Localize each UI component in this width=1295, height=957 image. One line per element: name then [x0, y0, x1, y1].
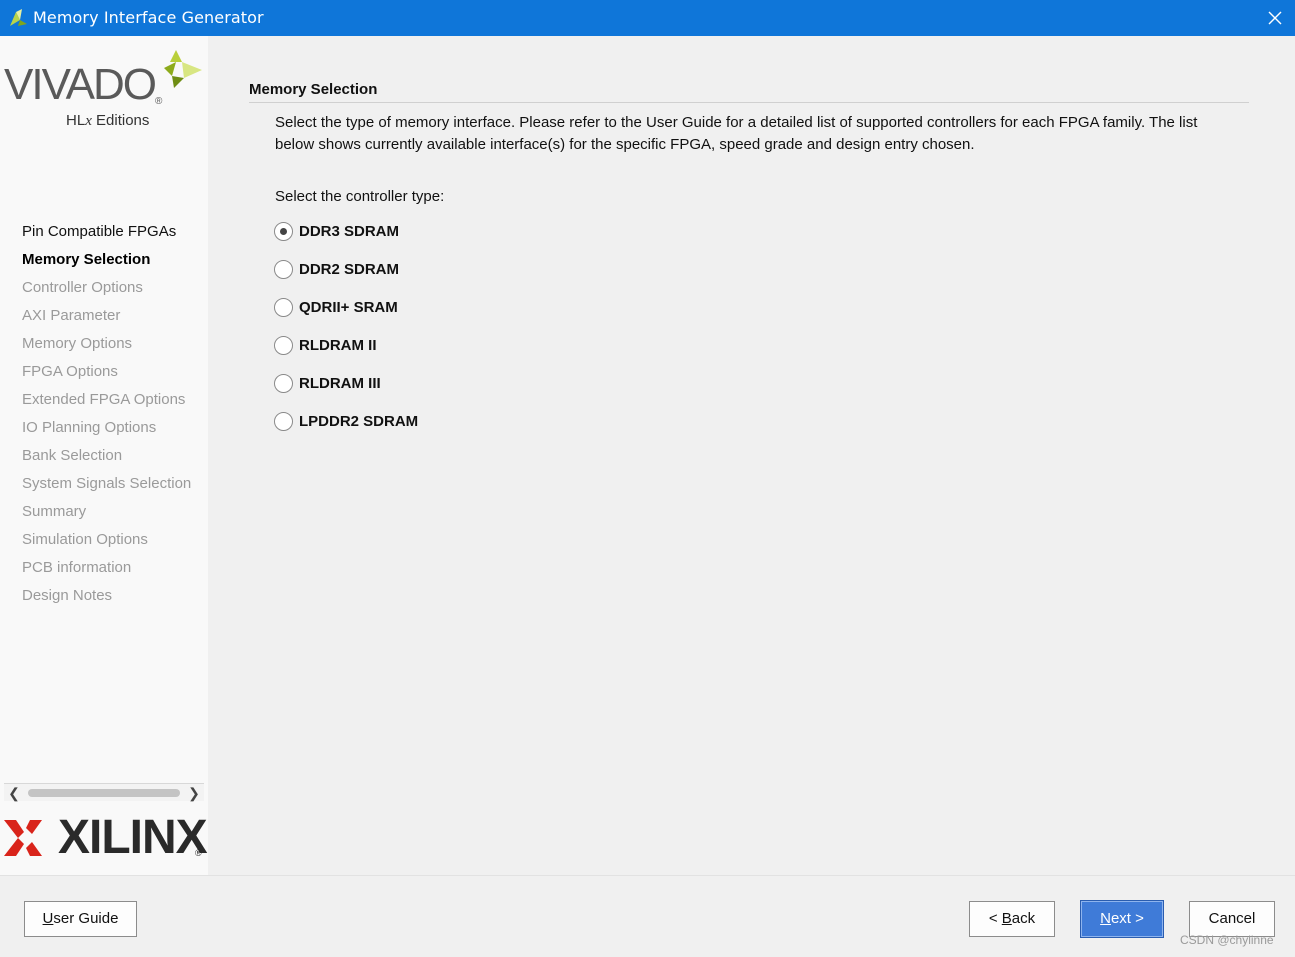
section-divider [249, 102, 1249, 103]
title-bar: Memory Interface Generator [0, 0, 1295, 36]
radio-ddr2-sdram[interactable]: DDR2 SDRAM [274, 257, 399, 281]
step-bank-selection: Bank Selection [22, 447, 123, 464]
step-simulation-options: Simulation Options [22, 531, 148, 548]
radio-button[interactable] [274, 373, 293, 393]
step-io-planning-options: IO Planning Options [22, 419, 157, 436]
radio-label: DDR3 SDRAM [299, 222, 400, 240]
step-memory-options: Memory Options [22, 335, 133, 352]
radio-label: RLDRAM II [299, 336, 377, 354]
footer-divider [0, 875, 1295, 876]
scrollbar-thumb[interactable] [28, 789, 180, 797]
step-controller-options: Controller Options [22, 279, 143, 296]
radio-button[interactable] [274, 335, 293, 355]
step-system-signals-selection: System Signals Selection [22, 475, 192, 492]
radio-ddr3-sdram[interactable]: DDR3 SDRAM [274, 219, 399, 243]
sidebar: VIVADO® HLx Editions Pin Compatible FPGA… [0, 36, 208, 875]
wizard-steps: Pin Compatible FPGAs Memory Selection Co… [22, 222, 191, 614]
radio-label: RLDRAM III [299, 374, 381, 392]
radio-rldram-iii[interactable]: RLDRAM III [274, 371, 381, 395]
section-description: Select the type of memory interface. Ple… [275, 114, 1198, 153]
step-memory-selection[interactable]: Memory Selection [22, 250, 191, 278]
step-summary: Summary [22, 503, 87, 520]
radio-button[interactable] [274, 297, 293, 317]
next-button[interactable]: Next > [1080, 900, 1164, 938]
radio-button-selected[interactable] [274, 221, 293, 241]
window-title: Memory Interface Generator [33, 8, 264, 27]
xilinx-mark-icon [4, 820, 42, 856]
sidebar-horizontal-scrollbar[interactable]: ❮ ❯ [4, 783, 204, 801]
radio-label: DDR2 SDRAM [299, 260, 400, 278]
controller-type-label: Select the controller type: [275, 188, 445, 205]
section-title: Memory Selection [249, 81, 378, 98]
radio-button[interactable] [274, 259, 293, 279]
radio-qdrii-plus-sram[interactable]: QDRII+ SRAM [274, 295, 398, 319]
back-button[interactable]: < Back [969, 901, 1055, 937]
close-icon[interactable] [1263, 6, 1287, 30]
radio-label: LPDDR2 SDRAM [299, 412, 419, 430]
vivado-logo-edition: HLx Editions [66, 112, 150, 129]
xilinx-registered-mark: ® [195, 848, 202, 858]
radio-lpddr2-sdram[interactable]: LPDDR2 SDRAM [274, 409, 418, 433]
xilinx-logo-word: XILINX [58, 811, 208, 864]
xilinx-logo: XILINX ® [4, 814, 208, 864]
step-extended-fpga-options: Extended FPGA Options [22, 391, 186, 408]
radio-label: QDRII+ SRAM [299, 298, 398, 316]
step-pin-compatible-fpgas[interactable]: Pin Compatible FPGAs [22, 222, 191, 250]
step-pcb-information: PCB information [22, 559, 132, 576]
vivado-mark-icon [164, 50, 202, 88]
step-axi-parameter: AXI Parameter [22, 307, 121, 324]
vivado-logo-word: VIVADO® [4, 60, 163, 109]
radio-rldram-ii[interactable]: RLDRAM II [274, 333, 377, 357]
scroll-right-icon[interactable]: ❯ [186, 785, 202, 801]
main-panel: Memory Selection Select the type of memo… [208, 36, 1295, 875]
watermark: CSDN @chylinne [1180, 933, 1274, 947]
step-fpga-options: FPGA Options [22, 363, 118, 380]
scroll-left-icon[interactable]: ❮ [6, 785, 22, 801]
vivado-app-icon [10, 9, 27, 26]
radio-button[interactable] [274, 411, 293, 431]
cancel-button[interactable]: Cancel [1189, 901, 1275, 937]
vivado-logo: VIVADO® HLx Editions [0, 40, 208, 129]
step-design-notes: Design Notes [22, 587, 113, 604]
user-guide-button[interactable]: User Guide [24, 901, 137, 937]
